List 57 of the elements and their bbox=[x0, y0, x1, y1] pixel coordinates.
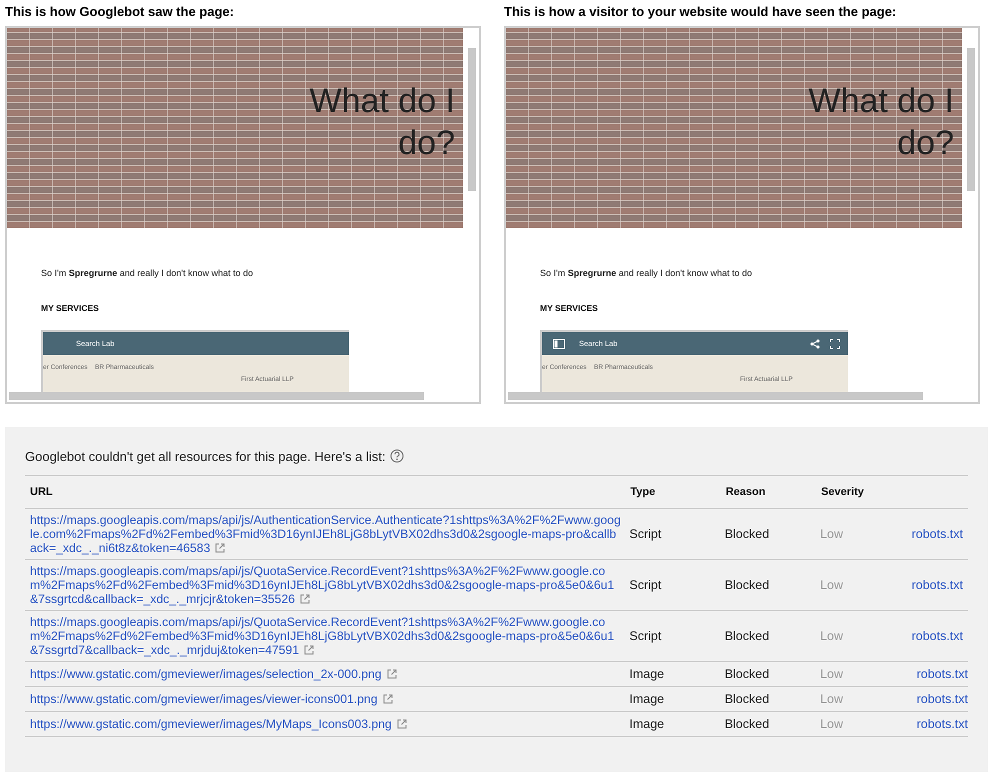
hero-heading: What do I do? bbox=[308, 81, 455, 164]
robots-link[interactable]: robots.txt bbox=[912, 527, 963, 541]
url-link[interactable]: https://www.gstatic.com/gmeviewer/images/MyMaps_Icons003.png bbox=[30, 717, 630, 731]
column-header: URL bbox=[25, 476, 630, 508]
table-cell: Blocked bbox=[724, 686, 820, 712]
scrollbar[interactable] bbox=[9, 392, 424, 400]
table-cell: Image bbox=[629, 712, 725, 736]
robots-link[interactable]: robots.txt bbox=[916, 717, 968, 731]
url-link[interactable]: https://maps.googleapis.com/maps/api/js/QuotaService.RecordEvent?1shttps%3A%2F%2Fwww.google.com%2Fmaps%2Fd%2Fembed%3Fmid%3D16ynIJEh8LjG8bLytVBX02dhs3d0&2sgoogle-maps-pro&5e0&6u1&7ssgrtd7&callback=_xdc_._mrjduj&token=47591 bbox=[30, 615, 622, 657]
table-cell: Blocked bbox=[724, 662, 820, 686]
fullscreen-icon[interactable] bbox=[830, 338, 840, 348]
panel-title: This is how a visitor to your website would have seen the page: bbox=[504, 4, 898, 21]
table-cell: Low bbox=[820, 712, 912, 736]
url-link[interactable]: https://www.gstatic.com/gmeviewer/images/viewer-icons001.png bbox=[30, 692, 630, 706]
external-link-icon[interactable] bbox=[396, 719, 407, 729]
table-cell: Image bbox=[629, 662, 725, 686]
column-header: Type bbox=[629, 476, 725, 508]
robots-link[interactable]: robots.txt bbox=[912, 629, 963, 643]
table-cell: Blocked bbox=[724, 560, 820, 610]
help-icon[interactable] bbox=[390, 449, 404, 463]
scrollbar[interactable] bbox=[508, 392, 923, 400]
intro-text: So I'm Spregrurne and really I don't know what to do bbox=[540, 268, 754, 278]
table-cell: Blocked bbox=[724, 610, 820, 662]
external-link-icon[interactable] bbox=[215, 543, 226, 553]
table-cell: Low bbox=[820, 610, 912, 662]
panel-title: This is how Googlebot saw the page: bbox=[5, 4, 235, 21]
column-header: Severity bbox=[820, 476, 912, 508]
table-cell: Blocked bbox=[724, 712, 820, 736]
table-cell: Script bbox=[629, 560, 725, 610]
url-link[interactable]: https://www.gstatic.com/gmeviewer/images/selection_2x-000.png bbox=[30, 667, 630, 681]
robots-link[interactable]: robots.txt bbox=[912, 578, 963, 592]
external-link-icon[interactable] bbox=[304, 645, 314, 655]
table-cell: Low bbox=[820, 662, 912, 686]
resources-heading: Googlebot couldn't get all resources for this page. Here's a list: bbox=[25, 448, 386, 464]
table-cell: Script bbox=[629, 508, 725, 560]
external-link-icon[interactable] bbox=[386, 669, 397, 679]
url-link[interactable]: https://maps.googleapis.com/maps/api/js/AuthenticationService.Authenticate?1shttps%3A%2F%2Fwww.google.com%2Fmaps%2Fd%2Fembed%3Fmid%3D16ynIJEh8LjG8bLytVBX02dhs3d0&2sgoogle-maps-pro&callback=_xdc_._ni6t8z&token=46583 bbox=[30, 513, 622, 555]
url-link[interactable]: https://maps.googleapis.com/maps/api/js/QuotaService.RecordEvent?1shttps%3A%2F%2Fwww.google.com%2Fmaps%2Fd%2Fembed%3Fmid%3D16ynIJEh8LjG8bLytVBX02dhs3d0&2sgoogle-maps-pro&5e0&6u1&7ssgrtcd&callback=_xdc_._mrjcjr&token=35526 bbox=[30, 564, 622, 606]
robots-link[interactable]: robots.txt bbox=[916, 667, 968, 681]
intro-text: So I'm Spregrurne and really I don't know what to do bbox=[41, 268, 254, 278]
table-cell: Script bbox=[629, 610, 725, 662]
external-link-icon[interactable] bbox=[382, 694, 392, 704]
table-cell: Image bbox=[629, 686, 725, 712]
robots-link[interactable]: robots.txt bbox=[916, 692, 968, 706]
external-link-icon[interactable] bbox=[300, 594, 310, 604]
scrollbar[interactable] bbox=[967, 48, 975, 191]
table-cell: Blocked bbox=[724, 508, 820, 560]
table-cell: Low bbox=[820, 560, 912, 610]
table-cell: Low bbox=[820, 508, 912, 560]
section-heading: MY SERVICES bbox=[540, 303, 599, 313]
sidebar-icon[interactable] bbox=[553, 338, 565, 348]
scrollbar[interactable] bbox=[468, 48, 476, 191]
column-header: Reason bbox=[724, 476, 820, 508]
section-heading: MY SERVICES bbox=[41, 303, 100, 313]
share-icon[interactable] bbox=[810, 338, 820, 348]
hero-heading: What do I do? bbox=[807, 81, 954, 164]
table-cell: Low bbox=[820, 686, 912, 712]
